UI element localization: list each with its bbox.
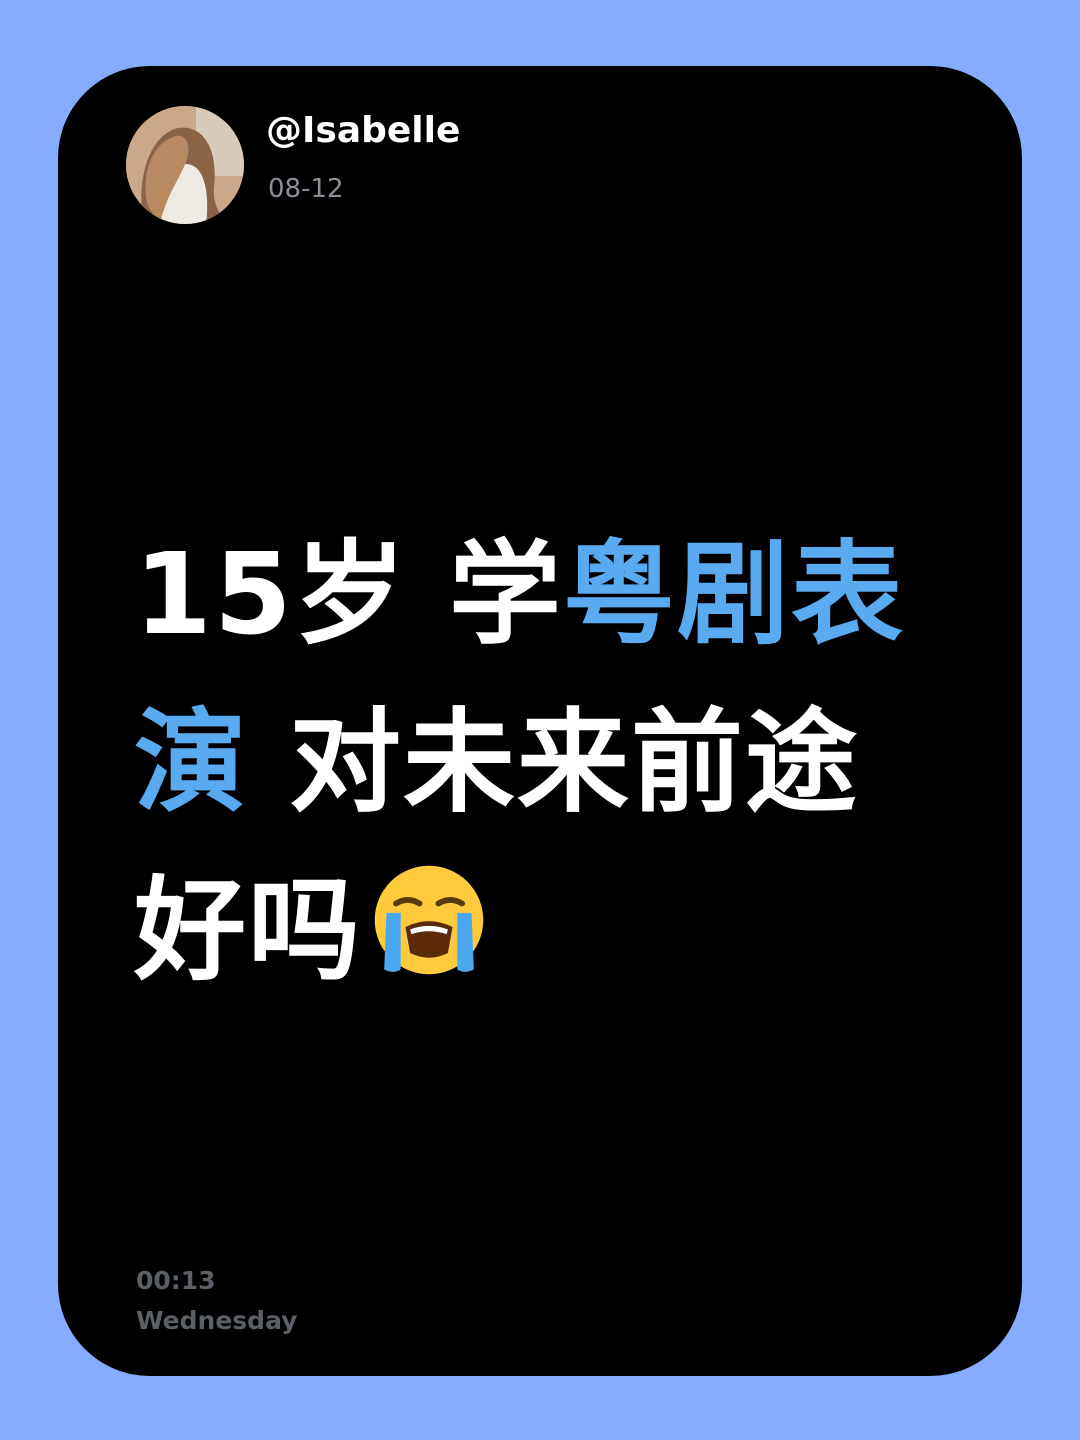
headline-text-2: 对未来前途 (248, 698, 859, 828)
headline-text-1: 15岁 学 (134, 530, 563, 660)
avatar-image (126, 106, 244, 224)
headline-highlight-2: 演 (134, 698, 248, 828)
headline: 15岁 学粤剧表 演 对未来前途 好吗 (134, 511, 934, 1015)
headline-text-3: 好吗 (134, 866, 362, 996)
post-time: 00:13 (136, 1266, 216, 1295)
post-date: 08-12 (268, 174, 344, 204)
post-weekday: Wednesday (136, 1306, 298, 1335)
headline-highlight-1: 粤剧表 (562, 530, 905, 660)
post-card: @Isabelle 08-12 15岁 学粤剧表 演 对未来前途 好吗 00:1… (58, 66, 1022, 1376)
loudly-crying-face-icon (370, 861, 488, 979)
avatar[interactable] (126, 106, 244, 224)
username[interactable]: @Isabelle (266, 110, 460, 151)
